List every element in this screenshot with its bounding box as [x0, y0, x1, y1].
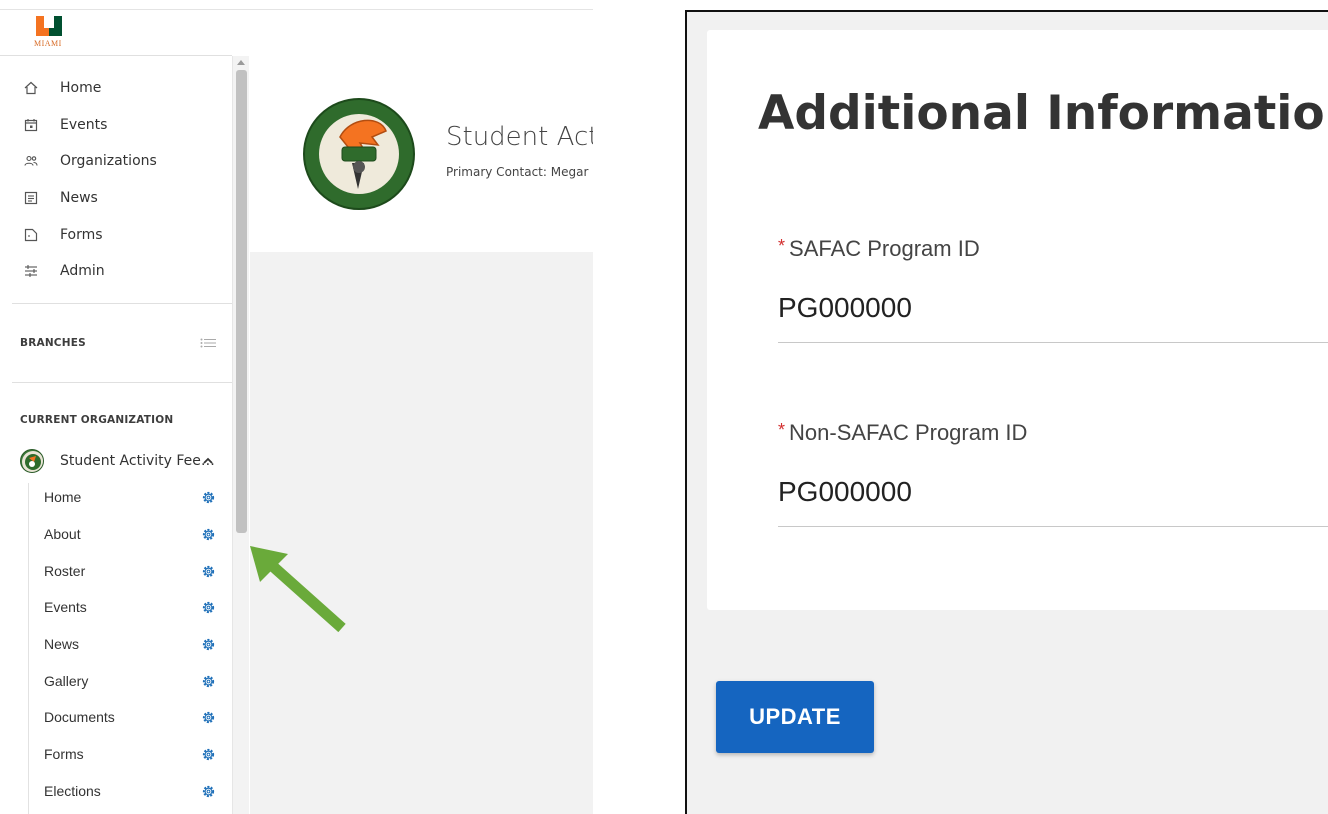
org-nav-label: News	[44, 636, 80, 652]
org-nav-item-elections[interactable]: Elections	[29, 777, 232, 807]
sidebar-item-label: News	[60, 190, 98, 206]
sidebar-divider	[12, 303, 232, 304]
sidebar-item-admin[interactable]: Admin	[0, 256, 232, 286]
org-nav-label: Events	[44, 599, 87, 615]
branches-title: BRANCHES	[20, 337, 86, 349]
gear-icon[interactable]	[201, 784, 216, 799]
org-nav-label: Documents	[44, 709, 115, 725]
sidebar-item-forms[interactable]: Forms	[0, 220, 232, 250]
gear-icon[interactable]	[201, 747, 216, 762]
sidebar-item-label: Organizations	[60, 153, 157, 169]
non-safac-program-id-field[interactable]: PG000000	[778, 476, 912, 508]
sidebar-item-label: Events	[60, 117, 108, 133]
chevron-up-icon	[203, 457, 213, 464]
org-nav-label: Gallery	[44, 673, 89, 689]
gear-icon[interactable]	[201, 637, 216, 652]
miami-logo[interactable]: MIAMI	[34, 16, 78, 52]
top-divider	[0, 9, 593, 10]
current-org-toggle[interactable]: Student Activity Fee…	[0, 446, 232, 476]
gear-icon[interactable]	[201, 710, 216, 725]
org-nav-label: Home	[44, 489, 82, 505]
scroll-thumb[interactable]	[236, 70, 247, 533]
news-icon	[24, 191, 38, 205]
current-organization-title: CURRENT ORGANIZATION	[20, 414, 174, 426]
sliders-icon	[25, 265, 37, 277]
org-nav-label: Forms	[44, 746, 84, 762]
sidebar-item-home[interactable]: Home	[0, 73, 232, 103]
sidebar-item-label: Home	[60, 80, 102, 96]
gear-icon[interactable]	[201, 674, 216, 689]
update-button[interactable]: UPDATE	[716, 681, 874, 753]
org-nav-label: Elections	[44, 783, 101, 799]
required-asterisk: *	[778, 236, 786, 256]
org-nav-item-news[interactable]: News	[29, 630, 232, 660]
miami-u-icon	[36, 16, 62, 36]
required-asterisk: *	[778, 420, 786, 440]
safac-logo-icon	[22, 451, 43, 472]
left-screenshot-panel: MIAMI Home Events Organizations News For…	[0, 0, 593, 814]
non-safac-program-id-label-text: Non-SAFAC Program ID	[789, 420, 1028, 445]
org-nav-label: Roster	[44, 563, 86, 579]
org-title: Student Act	[446, 122, 593, 152]
form-icon	[24, 228, 38, 242]
org-nav-item-gallery[interactable]: Gallery	[29, 667, 232, 697]
list-icon[interactable]	[200, 338, 216, 348]
sidebar-item-label: Forms	[60, 227, 103, 243]
org-nav-item-home[interactable]: Home	[29, 483, 232, 513]
org-nav-item-forms[interactable]: Forms	[29, 740, 232, 770]
primary-contact: Primary Contact: Megar	[446, 165, 589, 179]
home-icon	[24, 81, 38, 95]
safac-logo	[303, 98, 415, 210]
org-nav-item-events[interactable]: Events	[29, 593, 232, 623]
people-icon	[24, 155, 38, 166]
page-title: Additional Information	[758, 86, 1328, 141]
org-content-area	[250, 252, 593, 814]
org-nav-item-documents[interactable]: Documents	[29, 703, 232, 733]
non-safac-program-id-label: * Non-SAFAC Program ID	[778, 420, 1027, 446]
org-nav-label: About	[44, 526, 81, 542]
gear-icon[interactable]	[201, 564, 216, 579]
gear-icon[interactable]	[201, 490, 216, 505]
non-safac-program-id-underline	[778, 526, 1328, 527]
safac-program-id-label: * SAFAC Program ID	[778, 236, 980, 262]
annotation-arrow-icon	[250, 546, 346, 633]
sidebar-item-events[interactable]: Events	[0, 110, 232, 140]
right-screenshot-panel: Additional Information * SAFAC Program ID…	[685, 10, 1328, 814]
scroll-up-arrow-icon[interactable]	[237, 60, 245, 65]
safac-program-id-underline	[778, 342, 1328, 343]
sidebar-scrollbar[interactable]	[232, 56, 249, 814]
additional-info-card: Additional Information * SAFAC Program ID…	[707, 30, 1328, 610]
safac-program-id-field[interactable]: PG000000	[778, 292, 912, 324]
sidebar-item-organizations[interactable]: Organizations	[0, 146, 232, 176]
current-org-name: Student Activity Fee…	[60, 453, 215, 469]
gear-icon[interactable]	[201, 527, 216, 542]
sidebar-divider	[12, 382, 232, 383]
org-avatar	[20, 449, 44, 473]
sidebar: Home Events Organizations News Forms Adm…	[0, 56, 232, 814]
safac-program-id-label-text: SAFAC Program ID	[789, 236, 980, 261]
sidebar-item-news[interactable]: News	[0, 183, 232, 213]
gear-icon[interactable]	[201, 600, 216, 615]
org-nav-item-about[interactable]: About	[29, 520, 232, 550]
org-nav-item-roster[interactable]: Roster	[29, 557, 232, 587]
calendar-icon	[24, 119, 38, 132]
logo-text: MIAMI	[34, 39, 62, 48]
sidebar-item-label: Admin	[60, 263, 105, 279]
